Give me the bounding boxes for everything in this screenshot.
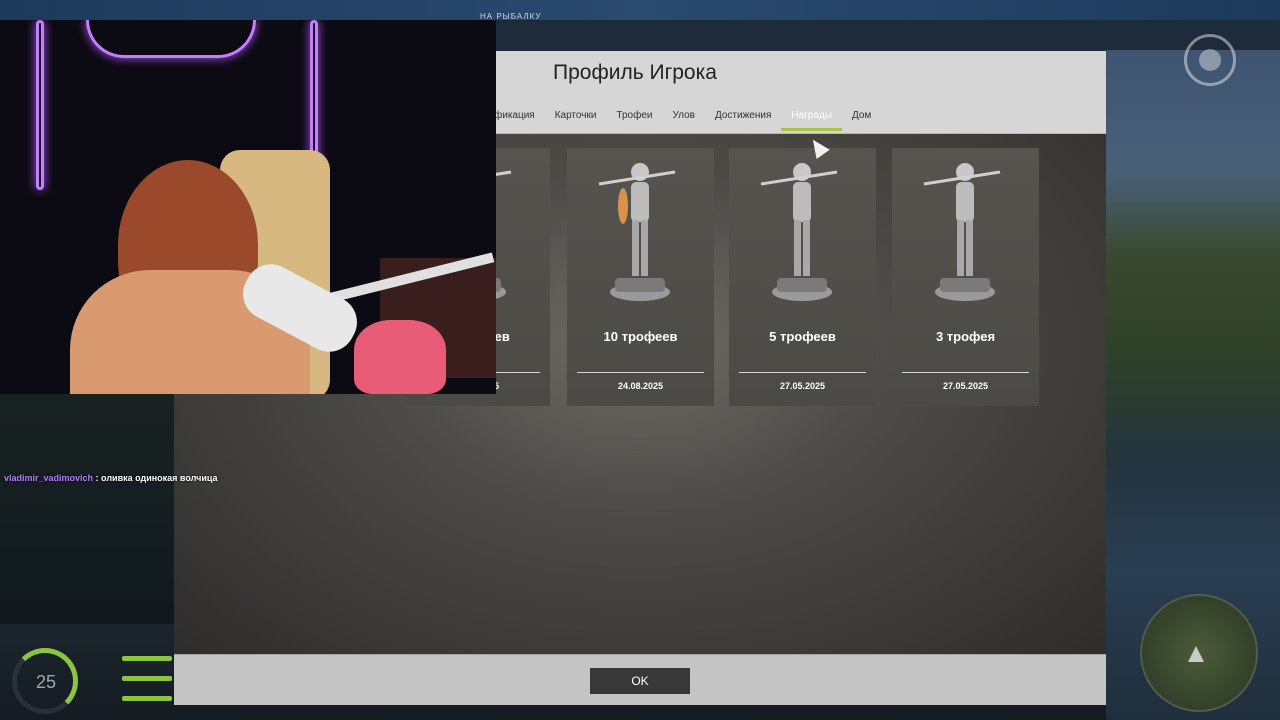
award-divider bbox=[902, 372, 1029, 373]
award-title: 3 трофея bbox=[935, 329, 996, 344]
tab-awards[interactable]: Награды bbox=[781, 109, 842, 131]
award-card[interactable]: 3 трофея 27.05.2025 bbox=[892, 148, 1039, 406]
award-title: 5 трофеев bbox=[769, 329, 836, 344]
tab-home[interactable]: Дом bbox=[842, 109, 881, 131]
profile-tabs: фикация Карточки Трофеи Улов Достижения … bbox=[484, 109, 881, 131]
webcam-overlay bbox=[0, 20, 496, 394]
dialog-title: Профиль Игрока bbox=[553, 61, 717, 84]
knight-trophy-statue-icon bbox=[760, 163, 838, 301]
plush-toy bbox=[354, 320, 446, 394]
chat-username: vladimir_vadimovich bbox=[4, 473, 94, 483]
hud-stat-bar bbox=[122, 696, 172, 701]
hud-stat-bar bbox=[122, 676, 172, 681]
chat-message: vladimir_vadimovich : оливка одинокая во… bbox=[4, 473, 218, 483]
award-card[interactable]: 10 трофеев 24.08.2025 bbox=[567, 148, 714, 406]
chat-separator: : bbox=[93, 473, 102, 483]
award-divider bbox=[577, 372, 704, 373]
dialog-footer: OK bbox=[174, 654, 1106, 705]
award-card[interactable]: 5 трофеев 27.05.2025 bbox=[729, 148, 876, 406]
knight-trophy-statue-icon bbox=[923, 163, 1001, 301]
award-date: 24.08.2025 bbox=[617, 381, 664, 391]
chat-text: оливка одинокая волчица bbox=[101, 473, 218, 483]
neon-light bbox=[86, 20, 256, 58]
tab-catch[interactable]: Улов bbox=[662, 109, 705, 131]
ok-button[interactable]: OK bbox=[590, 668, 690, 694]
award-date: 27.05.2025 bbox=[779, 381, 826, 391]
tab-trophies[interactable]: Трофеи bbox=[606, 109, 662, 131]
tab-achievements[interactable]: Достижения bbox=[705, 109, 781, 131]
chat-panel bbox=[0, 394, 174, 624]
tab-cards[interactable]: Карточки bbox=[545, 109, 607, 131]
player-direction-icon bbox=[1188, 646, 1204, 662]
knight-trophy-statue-icon bbox=[598, 163, 676, 301]
hud-stat-bar bbox=[122, 656, 172, 661]
award-date: 27.05.2025 bbox=[942, 381, 989, 391]
neon-light bbox=[36, 20, 44, 190]
award-divider bbox=[739, 372, 866, 373]
game-top-bar: НА РЫБАЛКУ bbox=[0, 0, 1280, 21]
level-gauge-value: 25 bbox=[36, 672, 57, 692]
award-title: 10 трофеев bbox=[603, 329, 678, 344]
weather-sun-icon bbox=[1184, 34, 1236, 86]
